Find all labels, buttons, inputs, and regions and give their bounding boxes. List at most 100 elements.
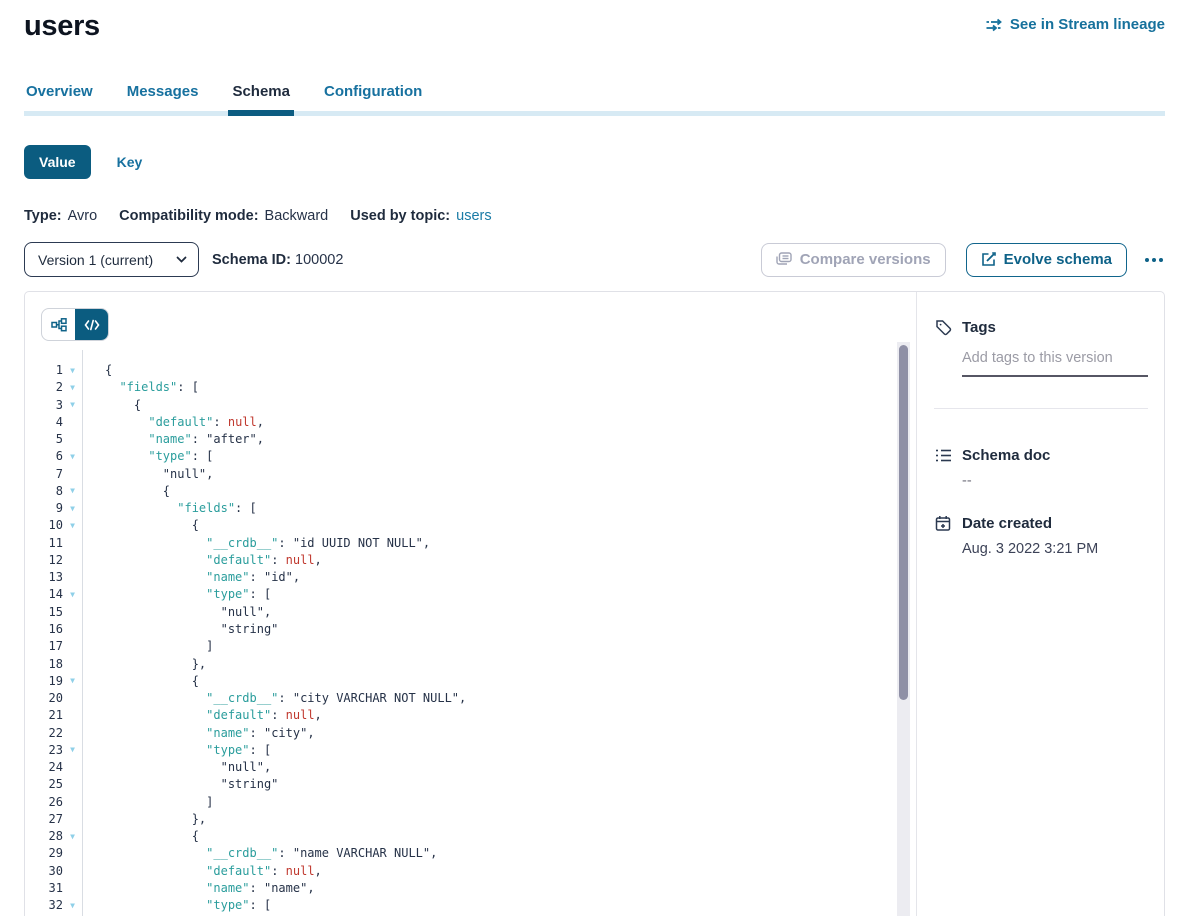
fold-arrow-icon[interactable]: ▼ <box>70 367 75 375</box>
code-view-button[interactable] <box>75 309 108 340</box>
compare-versions-icon <box>776 252 792 267</box>
schema-id: Schema ID: 100002 <box>212 252 343 268</box>
tab-schema[interactable]: Schema <box>230 83 292 116</box>
tab-configuration[interactable]: Configuration <box>322 83 424 116</box>
fold-arrow-icon[interactable]: ▼ <box>70 384 75 392</box>
version-select[interactable]: Version 1 (current) <box>24 242 199 277</box>
date-created-title: Date created <box>962 515 1052 532</box>
code-line: 10▼ { <box>25 517 916 534</box>
code-scrollbar-track[interactable] <box>897 342 910 916</box>
code-line: 4 "default": null, <box>25 414 916 431</box>
schema-id-value: 100002 <box>295 252 343 268</box>
tags-title: Tags <box>962 319 996 336</box>
active-tab-indicator <box>228 110 294 116</box>
line-number: 20 <box>25 690 63 707</box>
line-number: 29 <box>25 845 63 862</box>
line-number: 31 <box>25 880 63 897</box>
page-header: users See in Stream lineage <box>24 0 1165 43</box>
type-value: Avro <box>68 208 98 224</box>
date-created-value: Aug. 3 2022 3:21 PM <box>962 541 1148 557</box>
fold-arrow-icon[interactable]: ▼ <box>70 453 75 461</box>
fold-arrow-icon[interactable]: ▼ <box>70 487 75 495</box>
code-line: 16 "string" <box>25 621 916 638</box>
fold-arrow-icon[interactable]: ▼ <box>70 746 75 754</box>
line-number: 21 <box>25 707 63 724</box>
line-number: 18 <box>25 656 63 673</box>
line-number: 1 <box>25 362 63 379</box>
sidebar-divider <box>934 408 1148 409</box>
line-number: 28 <box>25 828 63 845</box>
fold-arrow-icon[interactable]: ▼ <box>70 522 75 530</box>
line-number: 3 <box>25 397 63 414</box>
schema-meta-row: Type: Avro Compatibility mode: Backward … <box>24 208 1165 224</box>
stream-lineage-icon <box>986 17 1003 33</box>
compatibility-mode-label: Compatibility mode: <box>119 208 258 224</box>
gutter-divider <box>82 350 83 916</box>
code-line: 27 }, <box>25 811 916 828</box>
compatibility-mode-value: Backward <box>265 208 329 224</box>
evolve-schema-button[interactable]: Evolve schema <box>966 243 1127 277</box>
code-line: 22 "name": "city", <box>25 725 916 742</box>
schema-sidebar: Tags Schema doc <box>916 292 1164 916</box>
view-mode-toggle <box>41 308 109 341</box>
code-line: 1▼{ <box>25 362 916 379</box>
line-number: 19 <box>25 673 63 690</box>
line-number: 23 <box>25 742 63 759</box>
code-line: 28▼ { <box>25 828 916 845</box>
code-line: 31 "name": "name", <box>25 880 916 897</box>
fold-arrow-icon[interactable]: ▼ <box>70 505 75 513</box>
see-in-stream-lineage-label: See in Stream lineage <box>1010 16 1165 33</box>
code-line: 3▼ { <box>25 397 916 414</box>
code-line: 25 "string" <box>25 776 916 793</box>
line-number: 13 <box>25 569 63 586</box>
tab-overview[interactable]: Overview <box>24 83 95 116</box>
line-number: 15 <box>25 604 63 621</box>
compare-versions-button[interactable]: Compare versions <box>761 243 946 277</box>
code-scrollbar-thumb[interactable] <box>899 345 908 700</box>
fold-arrow-icon[interactable]: ▼ <box>70 401 75 409</box>
code-line: 26 ] <box>25 794 916 811</box>
fold-arrow-icon[interactable]: ▼ <box>70 677 75 685</box>
code-line: 32▼ "type": [ <box>25 897 916 914</box>
line-number: 2 <box>25 379 63 396</box>
line-number: 24 <box>25 759 63 776</box>
line-number: 27 <box>25 811 63 828</box>
used-by-topic-label: Used by topic: <box>350 208 450 224</box>
tab-messages[interactable]: Messages <box>125 83 201 116</box>
code-line: 9▼ "fields": [ <box>25 500 916 517</box>
line-number: 26 <box>25 794 63 811</box>
fold-arrow-icon[interactable]: ▼ <box>70 833 75 841</box>
code-lines: 1▼{2▼ "fields": [3▼ {4 "default": null,5… <box>25 292 916 915</box>
tree-view-button[interactable] <box>42 309 75 340</box>
see-in-stream-lineage-link[interactable]: See in Stream lineage <box>986 16 1165 33</box>
value-toggle-button[interactable]: Value <box>24 145 91 179</box>
tag-icon <box>934 319 952 336</box>
compare-versions-label: Compare versions <box>800 251 931 268</box>
add-tags-input[interactable] <box>962 342 1148 377</box>
code-line: 7 "null", <box>25 466 916 483</box>
code-line: 14▼ "type": [ <box>25 586 916 603</box>
fold-arrow-icon[interactable]: ▼ <box>70 591 75 599</box>
line-number: 17 <box>25 638 63 655</box>
fold-arrow-icon[interactable]: ▼ <box>70 902 75 910</box>
tree-view-icon <box>51 318 67 332</box>
code-line: 19▼ { <box>25 673 916 690</box>
line-number: 4 <box>25 414 63 431</box>
line-number: 16 <box>25 621 63 638</box>
line-number: 25 <box>25 776 63 793</box>
line-number: 10 <box>25 517 63 534</box>
key-toggle-link[interactable]: Key <box>117 154 143 170</box>
used-by-topic-link[interactable]: users <box>456 208 491 224</box>
code-line: 15 "null", <box>25 604 916 621</box>
schema-id-label: Schema ID: <box>212 252 291 268</box>
line-number: 12 <box>25 552 63 569</box>
line-number: 11 <box>25 535 63 552</box>
version-bar: Version 1 (current) Schema ID: 100002 Co… <box>24 242 1165 277</box>
more-actions-button[interactable] <box>1143 252 1165 268</box>
line-number: 5 <box>25 431 63 448</box>
value-key-toggle: Value Key <box>24 145 1165 179</box>
line-number: 8 <box>25 483 63 500</box>
schema-page: users See in Stream lineage Overview Mes… <box>0 0 1189 916</box>
line-number: 14 <box>25 586 63 603</box>
schema-panel: 1▼{2▼ "fields": [3▼ {4 "default": null,5… <box>24 291 1165 916</box>
